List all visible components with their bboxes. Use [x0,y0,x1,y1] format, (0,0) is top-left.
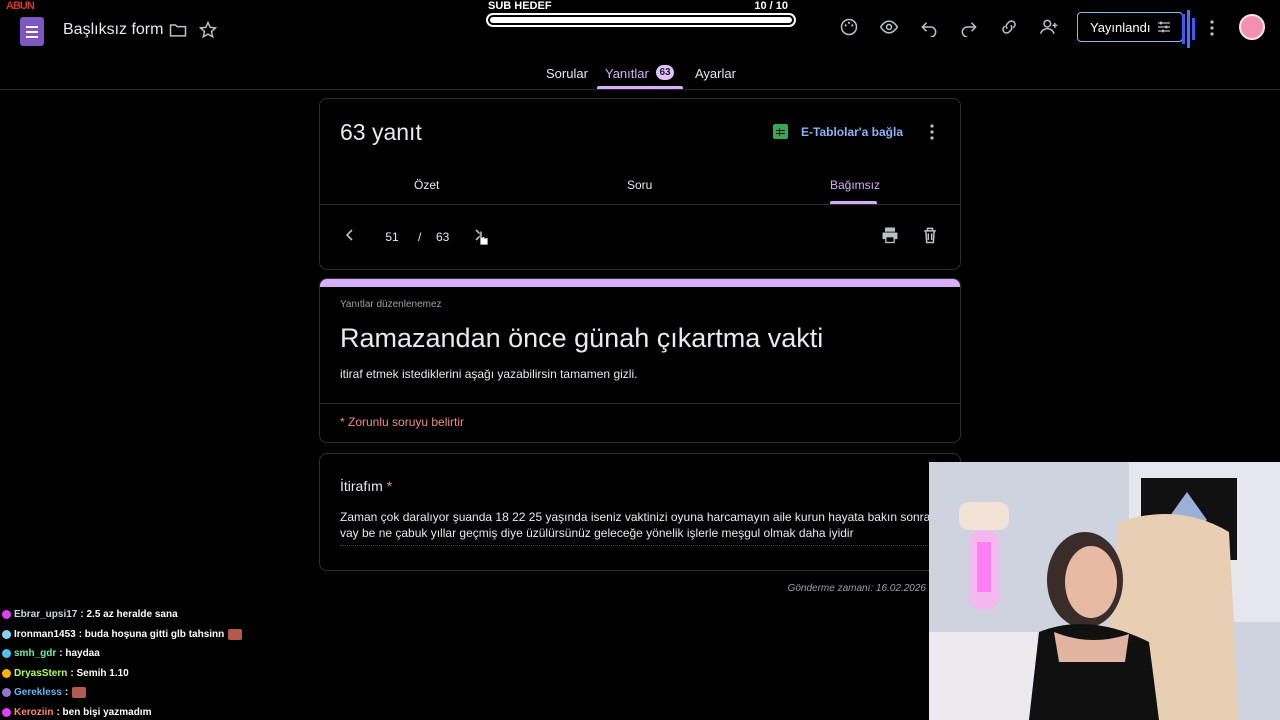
delete-icon[interactable] [920,225,940,245]
stream-logo: ABUN [6,0,35,12]
preview-eye-icon[interactable] [879,17,899,37]
sub-goal-progress-fill [490,17,792,23]
chat-text: : Semih 1.10 [70,667,129,679]
star-icon[interactable] [198,20,218,40]
chat-username: DryasStern [14,667,68,679]
chat-message: smh_gdr: haydaa [2,644,302,664]
chat-username: Gerekless [14,687,62,699]
total-responses: 63 [436,230,450,244]
required-question-note: * Zorunlu soruyu belirtir [340,415,465,429]
chat-message: Gerekless: [2,683,302,703]
chat-emote-icon [72,687,87,699]
response-count: 63 yanıt [340,119,422,145]
tab-responses[interactable]: Yanıtlar [605,66,649,81]
audio-level-icon [1182,10,1195,48]
responses-count-badge: 63 [656,65,674,80]
form-header-card: Yanıtlar düzenlenemez Ramazandan önce gü… [319,278,961,443]
previous-response-icon[interactable] [342,227,358,243]
chat-username: Keroziin [14,706,54,718]
webcam-image [929,462,1280,720]
responses-not-editable-note: Yanıtlar düzenlenemez [340,299,442,310]
chat-badge-icon [2,688,11,698]
sub-goal-progress-bar [486,13,796,27]
divider [320,403,960,404]
link-to-sheets-button[interactable]: E-Tablolar'a bağla [801,125,903,139]
more-vert-icon[interactable] [924,123,940,141]
tune-icon [1158,21,1170,33]
tab-settings[interactable]: Ayarlar [695,66,736,81]
current-response-input[interactable]: 51 [378,230,406,244]
chat-text: : 2.5 az heralde sana [80,609,178,621]
undo-icon[interactable] [919,17,939,37]
print-icon[interactable] [880,225,900,245]
chat-badge-icon [2,668,11,678]
form-title[interactable]: Başlıksız form [63,21,163,39]
sheets-icon[interactable] [773,124,788,139]
top-bar: ABUN Başlıksız form SUB HEDEF 10 / 10 Ya… [0,0,1280,60]
divider [320,204,960,205]
chat-text: : ben bişi yazmadım [56,706,152,718]
chat-message: Ebrar_upsi17: 2.5 az heralde sana [2,605,302,625]
chat-text: : [64,687,69,699]
link-icon[interactable] [999,17,1019,37]
chat-badge-icon [2,610,11,620]
chat-text: : haydaa [59,648,100,660]
chat-badge-icon [2,649,11,659]
sub-goal-count: 10 / 10 [754,0,788,12]
card-accent-bar [320,279,960,287]
tab-questions[interactable]: Sorular [546,66,588,81]
chat-message: Keroziin: ben bişi yazmadım [2,703,302,720]
chat-emote-icon [228,628,243,640]
question-card: İtirafım * Zaman çok daralıyor şuanda 18… [319,453,961,571]
published-label: Yayınlandı [1090,20,1151,35]
chat-message: Ironman1453: buda hoşuna gitti glb tahsi… [2,625,302,645]
sub-goal-label: SUB HEDEF [488,0,552,12]
chat-badge-icon [2,629,11,639]
pager-separator: / [418,230,422,244]
tab-summary[interactable]: Özet [414,178,439,192]
chat-username: Ebrar_upsi17 [14,609,78,621]
forms-app-icon[interactable] [20,17,44,46]
required-star: * [386,478,393,494]
answer-text: Zaman çok daralıyor şuanda 18 22 25 yaşı… [340,509,940,546]
webcam-feed [929,462,1280,720]
stream-chat: Ebrar_upsi17: 2.5 az heralde sana Ironman… [2,605,302,720]
redo-icon[interactable] [959,17,979,37]
mouse-cursor-icon [479,230,489,246]
responses-summary-card: 63 yanıt E-Tablolar'a bağla Özet Soru Ba… [319,98,961,270]
chat-message: DryasStern: Semih 1.10 [2,664,302,684]
folder-icon[interactable] [168,20,188,40]
form-description: itiraf etmek istediklerini aşağı yazabil… [340,367,638,381]
chat-badge-icon [2,707,11,717]
chat-username: Ironman1453 [14,628,76,640]
submission-timestamp: Gönderme zamanı: 16.02.2026 [787,583,926,594]
question-label: İtirafım [340,478,383,494]
chat-username: smh_gdr [14,648,57,660]
form-heading: Ramazandan önce günah çıkartma vakti [340,323,824,353]
form-tabs: Sorular Yanıtlar 63 Ayarlar [0,60,1280,90]
add-collaborator-icon[interactable] [1039,17,1059,37]
active-tab-indicator [597,86,683,89]
question-title: İtirafım * [340,478,392,494]
published-button[interactable]: Yayınlandı [1077,12,1183,42]
tab-individual[interactable]: Bağımsız [830,178,880,192]
chat-text: : buda hoşuna gitti glb tahsinn [78,628,225,640]
tab-question[interactable]: Soru [627,178,652,192]
more-vert-icon[interactable] [1204,18,1220,38]
palette-icon[interactable] [839,17,859,37]
sub-goal-widget: SUB HEDEF 10 / 10 [486,0,796,28]
avatar[interactable] [1239,14,1265,40]
